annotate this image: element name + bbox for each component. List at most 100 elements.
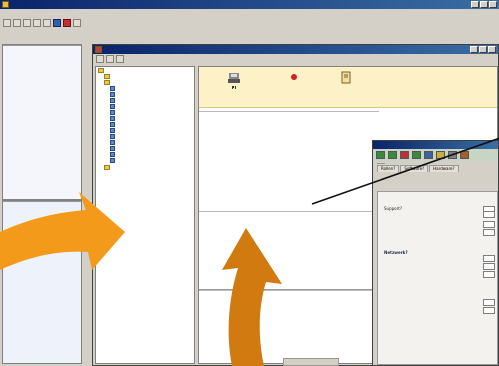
text-field[interactable] bbox=[483, 306, 495, 314]
save-icon[interactable] bbox=[23, 19, 31, 27]
page-icon bbox=[110, 122, 115, 127]
sub-maximize-button[interactable] bbox=[479, 46, 487, 53]
menu-bar bbox=[0, 9, 499, 17]
form-row: Support? bbox=[384, 205, 495, 213]
text-field[interactable] bbox=[483, 270, 495, 278]
page-icon bbox=[110, 110, 115, 115]
tree-item[interactable] bbox=[110, 110, 117, 115]
tree-item[interactable] bbox=[110, 140, 117, 145]
page-icon bbox=[110, 116, 115, 121]
config-toolbar bbox=[373, 149, 498, 161]
action-stop[interactable] bbox=[277, 71, 311, 86]
forward-icon[interactable] bbox=[106, 55, 114, 63]
log-panel bbox=[199, 289, 385, 365]
document-icon bbox=[341, 71, 351, 84]
text-field[interactable] bbox=[483, 298, 495, 306]
sub-window-title-bar[interactable] bbox=[93, 45, 498, 54]
folder-icon bbox=[98, 68, 104, 73]
tree-item[interactable] bbox=[104, 165, 112, 170]
page-icon bbox=[110, 92, 115, 97]
config-body: Support? Netzwerk? bbox=[377, 191, 498, 365]
text-field[interactable] bbox=[483, 254, 495, 262]
page-icon bbox=[110, 104, 115, 109]
tree-item[interactable] bbox=[110, 146, 117, 151]
messages-table bbox=[199, 211, 379, 212]
new-icon[interactable] bbox=[3, 19, 11, 27]
main-toolbar bbox=[0, 17, 499, 29]
tree-item[interactable] bbox=[110, 122, 117, 127]
events-table bbox=[199, 111, 379, 112]
refresh-icon[interactable] bbox=[412, 151, 421, 159]
messages-table-header bbox=[199, 211, 379, 212]
page-icon bbox=[110, 86, 115, 91]
tree-item[interactable] bbox=[110, 98, 117, 103]
tree-item[interactable] bbox=[110, 158, 117, 163]
section-title: Netzwerk? bbox=[384, 250, 408, 255]
back-icon[interactable] bbox=[376, 151, 385, 159]
page-icon bbox=[110, 98, 115, 103]
tree-item[interactable] bbox=[104, 74, 112, 79]
home-icon[interactable] bbox=[436, 151, 445, 159]
print-icon[interactable] bbox=[448, 151, 457, 159]
config-dialog: Rollen? Software? Hardware? Support? Net… bbox=[372, 140, 499, 366]
close-button[interactable] bbox=[489, 1, 497, 8]
app-icon bbox=[2, 1, 9, 8]
page-icon bbox=[110, 128, 115, 133]
text-field[interactable] bbox=[483, 220, 495, 228]
open-icon[interactable] bbox=[13, 19, 21, 27]
mail-icon[interactable] bbox=[460, 151, 469, 159]
folder-icon bbox=[104, 165, 110, 170]
cut-icon[interactable] bbox=[43, 19, 51, 27]
text-field[interactable] bbox=[483, 210, 495, 218]
sub-close-button[interactable] bbox=[488, 46, 496, 53]
tree-item[interactable] bbox=[110, 116, 117, 121]
action-report[interactable] bbox=[329, 71, 363, 86]
search-icon[interactable] bbox=[424, 151, 433, 159]
minimize-button[interactable] bbox=[471, 1, 479, 8]
tree-item[interactable] bbox=[110, 86, 117, 91]
delete-icon[interactable] bbox=[63, 19, 71, 27]
stop-icon[interactable] bbox=[400, 151, 409, 159]
nav-tree bbox=[95, 66, 195, 364]
main-title-bar[interactable] bbox=[0, 0, 499, 9]
left-pane-top-header bbox=[3, 45, 81, 46]
sub-window-icon bbox=[95, 46, 102, 53]
print-icon[interactable] bbox=[33, 19, 41, 27]
tree-item[interactable] bbox=[110, 134, 117, 139]
forward-icon[interactable] bbox=[388, 151, 397, 159]
tree-item[interactable] bbox=[110, 104, 117, 109]
folder-icon bbox=[104, 80, 110, 85]
action-band bbox=[199, 67, 497, 108]
sub-minimize-button[interactable] bbox=[470, 46, 478, 53]
tree-item[interactable] bbox=[110, 152, 117, 157]
back-icon[interactable] bbox=[96, 55, 104, 63]
maximize-button[interactable] bbox=[480, 1, 488, 8]
tree-item[interactable] bbox=[110, 128, 117, 133]
text-field[interactable] bbox=[483, 228, 495, 236]
tab-hardware[interactable]: Hardware? bbox=[429, 165, 459, 172]
tree-item[interactable] bbox=[110, 92, 117, 97]
tab-overview[interactable] bbox=[377, 163, 385, 164]
left-pane-bottom bbox=[2, 200, 82, 364]
config-tabs bbox=[373, 163, 498, 164]
tab-software[interactable]: Software? bbox=[400, 165, 429, 172]
refresh-icon[interactable] bbox=[116, 55, 124, 63]
settings-icon[interactable] bbox=[53, 19, 61, 27]
config-tabs-row2: Rollen? Software? Hardware? bbox=[373, 165, 498, 172]
sub-toolbar bbox=[93, 54, 498, 64]
tree-item[interactable] bbox=[104, 80, 112, 85]
action-scan[interactable] bbox=[217, 71, 251, 88]
tab-roles[interactable]: Rollen? bbox=[377, 165, 400, 172]
left-pane-top bbox=[2, 44, 82, 200]
page-icon bbox=[110, 146, 115, 151]
tree-root[interactable] bbox=[98, 68, 106, 73]
config-dialog-title-bar[interactable] bbox=[373, 141, 498, 149]
text-field[interactable] bbox=[483, 262, 495, 270]
left-pane-bottom-header bbox=[3, 201, 81, 202]
events-table-header bbox=[199, 111, 379, 112]
sub-status-bar bbox=[283, 358, 339, 366]
page-icon bbox=[110, 134, 115, 139]
scanner-icon bbox=[228, 73, 240, 83]
log-header bbox=[199, 290, 385, 291]
help-icon[interactable] bbox=[73, 19, 81, 27]
